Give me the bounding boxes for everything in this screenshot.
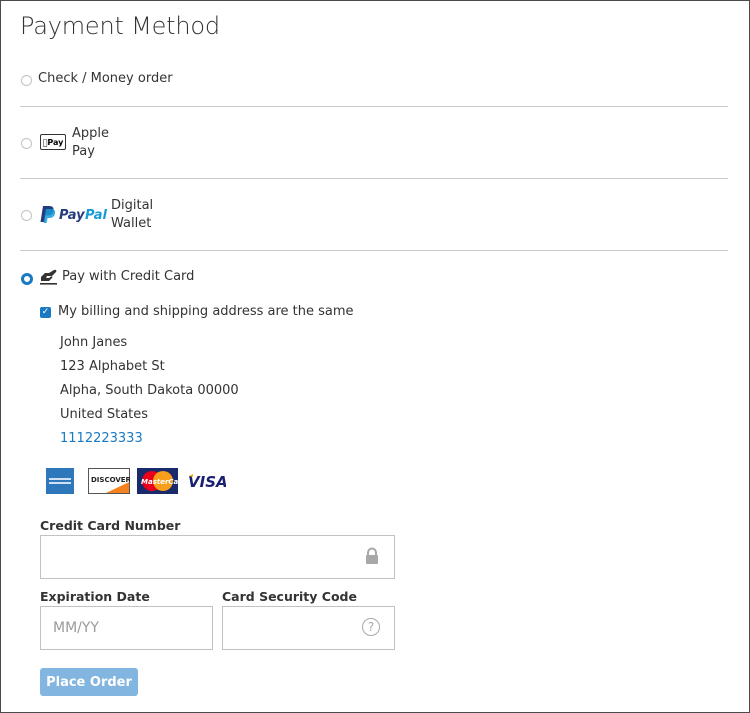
place-order-button[interactable]: Place Order <box>40 668 138 696</box>
billing-country: United States <box>60 407 149 422</box>
paypal-logo-icon: Pay Pal <box>40 206 107 223</box>
visa-card-icon: VISA <box>188 473 226 491</box>
apple-pay-label-line2: Pay <box>72 144 95 159</box>
expiration-date-input[interactable] <box>40 606 213 650</box>
expiration-date-label: Expiration Date <box>40 589 150 604</box>
option-label-paypal[interactable]: Digital Wallet <box>111 197 153 233</box>
radio-check-money-order[interactable] <box>21 75 32 86</box>
card-number-input[interactable] <box>40 535 395 579</box>
page-title: Payment Method <box>20 12 220 40</box>
option-label-credit-card[interactable]: Pay with Credit Card <box>62 268 194 286</box>
credit-card-hand-icon <box>40 269 57 285</box>
option-label-check-money-order[interactable]: Check / Money order <box>38 70 173 88</box>
paypal-label-line1: Digital <box>111 198 154 213</box>
security-code-label: Card Security Code <box>222 589 357 604</box>
same-address-label[interactable]: My billing and shipping address are the … <box>58 303 354 321</box>
radio-apple-pay[interactable] <box>21 138 32 149</box>
billing-street: 123 Alphabet St <box>60 359 165 374</box>
apple-pay-label-line1: Apple <box>72 126 110 141</box>
svg-text:DISCOVER: DISCOVER <box>91 476 130 484</box>
svg-text:MasterCard: MasterCard <box>141 478 178 486</box>
help-question-icon[interactable]: ? <box>362 618 380 636</box>
svg-text:Pal: Pal <box>85 208 107 223</box>
lock-icon <box>366 547 378 564</box>
card-number-label: Credit Card Number <box>40 518 181 533</box>
svg-text:VISA: VISA <box>188 473 226 491</box>
discover-card-icon: DISCOVER <box>88 468 130 494</box>
paypal-label-line2: Wallet <box>111 216 152 231</box>
option-label-apple-pay[interactable]: Apple Pay <box>72 125 109 161</box>
apple-pay-logo-icon: Pay <box>40 134 66 150</box>
amex-card-icon <box>46 468 74 494</box>
divider <box>20 106 728 107</box>
divider <box>20 250 728 251</box>
billing-city-state-zip: Alpha, South Dakota 00000 <box>60 383 239 398</box>
same-address-checkbox[interactable]: ✓ <box>40 307 51 318</box>
billing-name: John Janes <box>60 335 128 350</box>
svg-text:Pay: Pay <box>59 208 85 223</box>
mastercard-card-icon: MasterCard <box>137 468 178 494</box>
billing-phone-link[interactable]: 1112223333 <box>60 430 143 448</box>
radio-paypal[interactable] <box>21 210 32 221</box>
radio-credit-card[interactable] <box>21 273 33 285</box>
divider <box>20 178 728 179</box>
